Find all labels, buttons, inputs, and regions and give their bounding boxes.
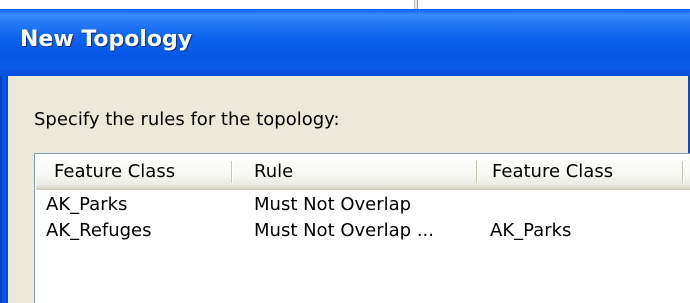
column-divider[interactable]	[231, 161, 233, 183]
rule-row-feature-class-2: AK_Parks	[490, 220, 572, 241]
rule-row-feature-class: AK_Refuges	[46, 220, 152, 241]
screen: New Topology Specify the rules for the t…	[0, 0, 690, 303]
column-header-feature-class-2[interactable]: Feature Class	[492, 155, 613, 189]
window-splitter[interactable]	[414, 0, 418, 9]
rule-row[interactable]: AK_Parks Must Not Overlap	[36, 192, 690, 218]
rule-row[interactable]: AK_Refuges Must Not Overlap ... AK_Parks	[36, 218, 690, 244]
dialog-client-area: Specify the rules for the topology: Feat…	[8, 76, 690, 303]
rule-row-rule: Must Not Overlap ...	[254, 220, 434, 241]
rules-list-header: Feature Class Rule Feature Class	[36, 155, 690, 190]
column-header-rule[interactable]: Rule	[254, 155, 293, 189]
dialog-titlebar[interactable]: New Topology	[0, 9, 690, 76]
rules-list[interactable]: Feature Class Rule Feature Class AK_Park…	[34, 153, 690, 303]
column-header-feature-class[interactable]: Feature Class	[54, 155, 175, 189]
rule-row-rule: Must Not Overlap	[254, 194, 412, 215]
instruction-label: Specify the rules for the topology:	[34, 109, 340, 130]
new-topology-dialog: New Topology Specify the rules for the t…	[0, 9, 690, 303]
background-window-edge	[0, 0, 690, 9]
dialog-frame-left	[0, 76, 8, 303]
column-divider[interactable]	[682, 161, 684, 183]
column-divider[interactable]	[476, 161, 478, 183]
rule-row-feature-class: AK_Parks	[46, 194, 128, 215]
dialog-title: New Topology	[20, 27, 193, 52]
